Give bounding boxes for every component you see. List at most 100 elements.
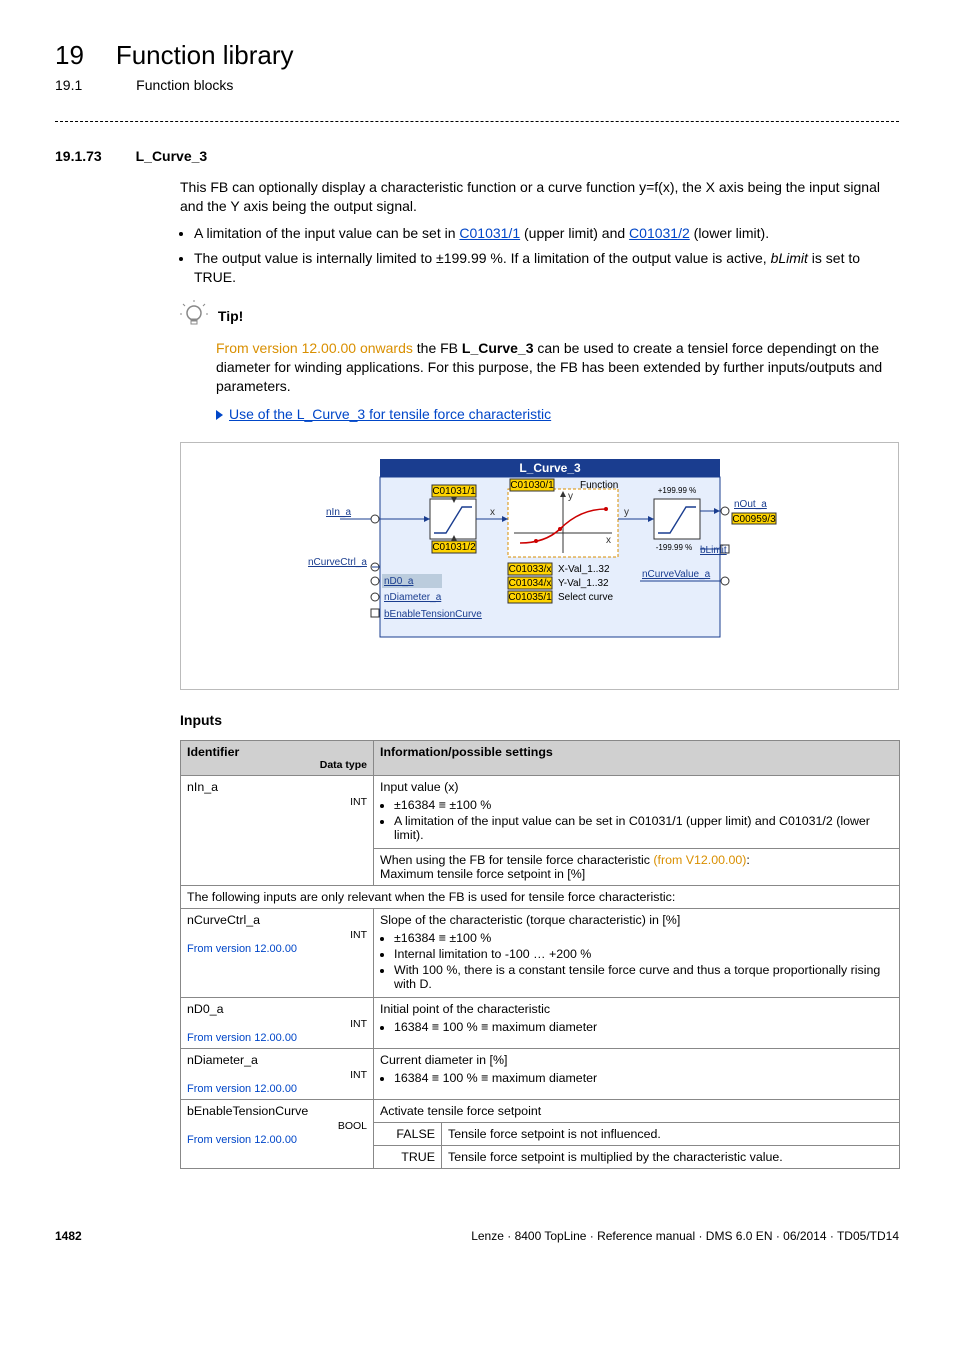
cell-info-bEnable-title: Activate tensile force setpoint (374, 1100, 900, 1123)
th-id-label: Identifier (187, 745, 239, 759)
list-item: 16384 ≡ 100 % ≡ maximum diameter (394, 1071, 893, 1085)
table-row: nD0_a INT From version 12.00.00 Initial … (181, 998, 900, 1049)
port-nD0_a: nD0_a (384, 576, 414, 587)
intro-bullet-1: A limitation of the input value can be s… (194, 224, 899, 243)
table-header-row: Identifier Data type Information/possibl… (181, 741, 900, 776)
table-row: The following inputs are only relevant w… (181, 886, 900, 909)
th-identifier: Identifier Data type (181, 741, 374, 776)
label-selcurve: Select curve (558, 592, 613, 603)
text: Maximum tensile force setpoint in [%] (380, 867, 585, 881)
diagram-title: L_Curve_3 (519, 461, 581, 475)
tip-body: From version 12.00.00 onwards the FB L_C… (216, 339, 899, 396)
cell-info-nDiameter: Current diameter in [%] 16384 ≡ 100 % ≡ … (374, 1049, 900, 1100)
list-item: With 100 %, there is a constant tensile … (394, 963, 893, 991)
id-text: nCurveCtrl_a (187, 913, 260, 927)
port-nDiameter_a: nDiameter_a (384, 592, 442, 603)
list-item: ±16384 ≡ ±100 % (394, 798, 893, 812)
tip-icon (180, 300, 208, 331)
port-nCurveCtrl_a: nCurveCtrl_a (308, 557, 367, 568)
intro-bullets: A limitation of the input value can be s… (180, 224, 899, 287)
label-c01031-1: C01031/1 (432, 486, 476, 497)
subsection-number: 19.1.73 (55, 148, 102, 164)
text: (upper limit) and (520, 225, 629, 241)
id-text: nD0_a (187, 1002, 224, 1016)
port-bLimit: bLimit (700, 545, 727, 556)
intro-block: This FB can optionally display a charact… (180, 178, 899, 422)
cell-false-label: FALSE (374, 1123, 442, 1146)
tip-fb-name: L_Curve_3 (462, 340, 534, 356)
list-item: Internal limitation to -100 … +200 % (394, 947, 893, 961)
th-datatype-label: Data type (187, 759, 367, 771)
list-item: ±16384 ≡ ±100 % (394, 931, 893, 945)
cell-id-nD0: nD0_a INT From version 12.00.00 (181, 998, 374, 1049)
block-diagram-frame: L_Curve_3 C01031/1 C01031/2 C01030/1 Fun (180, 442, 899, 690)
inputs-table-wrap: Identifier Data type Information/possibl… (180, 740, 899, 1169)
cell-info-nIn_a-1: Input value (x) ±16384 ≡ ±100 % A limita… (374, 776, 900, 849)
table-row: nCurveCtrl_a INT From version 12.00.00 S… (181, 909, 900, 998)
list-item: A limitation of the input value can be s… (394, 814, 893, 842)
svg-text:y: y (568, 491, 573, 502)
text: the FB (413, 340, 462, 356)
text: A limitation of the input value can be s… (194, 225, 459, 241)
port-nCurveValue_a: nCurveValue_a (642, 569, 711, 580)
label-yval: Y-Val_1..32 (558, 578, 609, 589)
text: The output value is internally limited t… (194, 250, 771, 266)
chapter-number: 19 (55, 40, 84, 71)
cell-false-text: Tensile force setpoint is not influenced… (442, 1123, 900, 1146)
section-number: 19.1 (55, 77, 82, 93)
cell-span-note: The following inputs are only relevant w… (181, 886, 900, 909)
port-bEnable: bEnableTensionCurve (384, 609, 482, 620)
cell-true-label: TRUE (374, 1146, 442, 1169)
table-row: bEnableTensionCurve BOOL From version 12… (181, 1100, 900, 1123)
cell-id-bEnable: bEnableTensionCurve BOOL From version 12… (181, 1100, 374, 1169)
link-c01031-2[interactable]: C01031/2 (629, 225, 690, 241)
text: Initial point of the characteristic (380, 1002, 550, 1016)
text: : (746, 853, 749, 867)
label-y: y (624, 507, 629, 518)
text: When using the FB for tensile force char… (380, 853, 653, 867)
subsection-title: L_Curve_3 (136, 148, 208, 164)
tip-link[interactable]: Use of the L_Curve_3 for tensile force c… (229, 406, 551, 422)
text: Current diameter in [%] (380, 1053, 507, 1067)
divider (55, 121, 899, 122)
cell-id-nIn_a: nIn_a INT (181, 776, 374, 886)
intro-paragraph: This FB can optionally display a charact… (180, 178, 899, 216)
intro-bullet-2: The output value is internally limited t… (194, 249, 899, 287)
cell-info-nIn_a-2: When using the FB for tensile force char… (374, 849, 900, 886)
label-x: x (490, 507, 495, 518)
label-xval: X-Val_1..32 (558, 564, 610, 575)
datatype: INT (187, 1018, 367, 1030)
label-function: Function (580, 480, 618, 491)
inputs-heading: Inputs (180, 712, 899, 728)
id-text: nDiameter_a (187, 1053, 258, 1067)
cell-info-nCurveCtrl: Slope of the characteristic (torque char… (374, 909, 900, 998)
list-item: 16384 ≡ 100 % ≡ maximum diameter (394, 1020, 893, 1034)
label-c01031-2: C01031/2 (432, 542, 476, 553)
version-note: From version 12.00.00 (187, 1032, 297, 1044)
subsection-heading: 19.1.73 L_Curve_3 (55, 148, 899, 164)
chapter-title: Function library (116, 40, 294, 71)
port-nOut_a: nOut_a (734, 499, 767, 510)
svg-text:x: x (606, 535, 611, 546)
datatype: INT (187, 1069, 367, 1081)
block-diagram: L_Curve_3 C01031/1 C01031/2 C01030/1 Fun (280, 459, 800, 669)
cell-id-nCurveCtrl: nCurveCtrl_a INT From version 12.00.00 (181, 909, 374, 998)
section-line: 19.1 Function blocks (55, 77, 899, 93)
footer-page-number: 1482 (55, 1229, 82, 1243)
label-plus199: +199.99 % (657, 486, 695, 495)
section-title: Function blocks (136, 77, 233, 93)
cell-id-nDiameter: nDiameter_a INT From version 12.00.00 (181, 1049, 374, 1100)
version-note: From version 12.00.00 (187, 1134, 297, 1146)
text-highlight: (from V12.00.00) (653, 853, 746, 867)
table-row: nDiameter_a INT From version 12.00.00 Cu… (181, 1049, 900, 1100)
chapter-line: 19 Function library (55, 40, 899, 71)
cell-info-nD0: Initial point of the characteristic 1638… (374, 998, 900, 1049)
inputs-table: Identifier Data type Information/possibl… (180, 740, 900, 1169)
label-c01030-1: C01030/1 (510, 480, 554, 491)
link-c01031-1[interactable]: C01031/1 (459, 225, 520, 241)
label-c00959-3: C00959/3 (732, 514, 776, 525)
version-note: From version 12.00.00 (187, 1083, 297, 1095)
tip-heading: Tip! (180, 300, 899, 331)
datatype: INT (187, 929, 367, 941)
footer-doc-info: Lenze · 8400 TopLine · Reference manual … (471, 1229, 899, 1243)
